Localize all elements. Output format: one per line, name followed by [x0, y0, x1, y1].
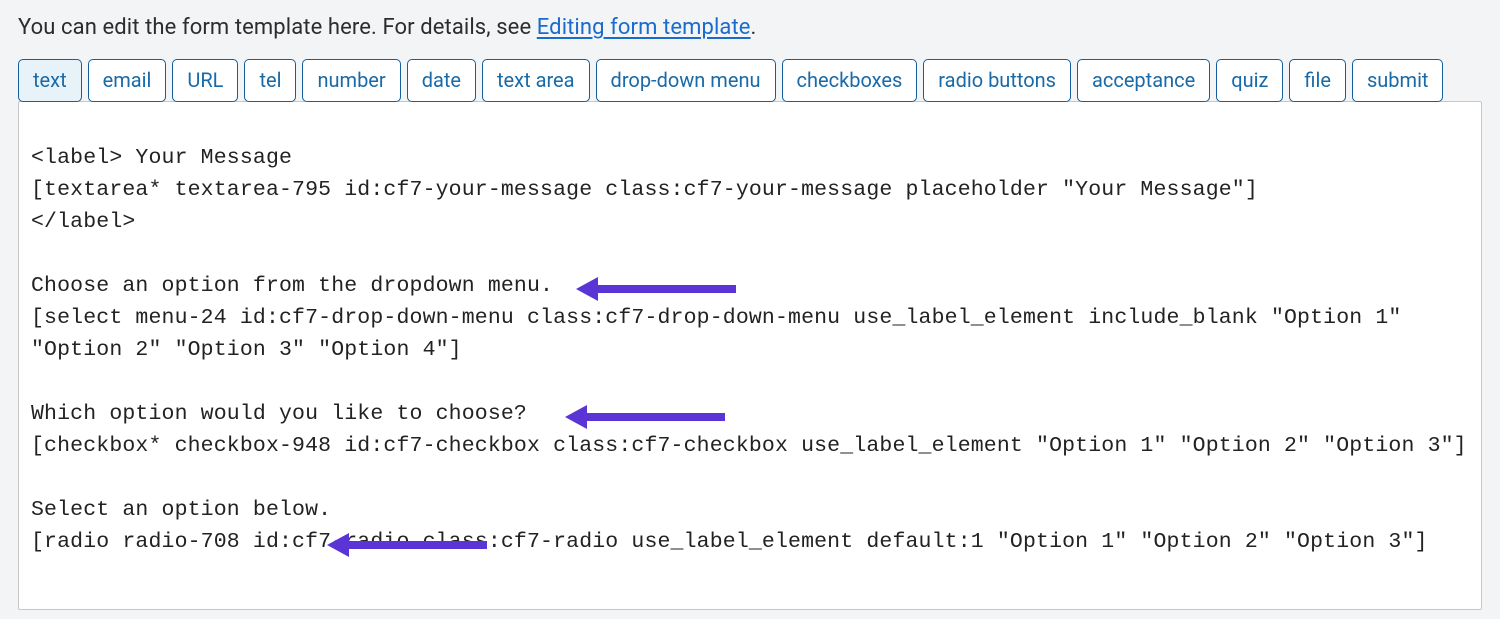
tag-button-radio-buttons[interactable]: radio buttons [923, 59, 1071, 102]
tag-button-checkboxes[interactable]: checkboxes [782, 59, 918, 102]
form-template-textarea[interactable] [19, 102, 1481, 609]
tag-button-acceptance[interactable]: acceptance [1077, 59, 1210, 102]
tag-generator-row: textemailURLtelnumberdatetext areadrop-d… [18, 59, 1482, 102]
tag-button-tel[interactable]: tel [244, 59, 296, 102]
intro-link[interactable]: Editing form template [537, 15, 751, 40]
intro-prefix: You can edit the form template here. For… [18, 15, 537, 40]
form-editor-panel [18, 101, 1482, 610]
tag-button-URL[interactable]: URL [172, 59, 238, 102]
tag-button-date[interactable]: date [407, 59, 476, 102]
tag-button-submit[interactable]: submit [1352, 59, 1444, 102]
tag-button-quiz[interactable]: quiz [1216, 59, 1283, 102]
tag-button-email[interactable]: email [88, 59, 167, 102]
tag-button-number[interactable]: number [302, 59, 400, 102]
tag-button-text-area[interactable]: text area [482, 59, 590, 102]
tag-button-text[interactable]: text [18, 59, 82, 102]
intro-suffix: . [751, 15, 757, 40]
tag-button-file[interactable]: file [1289, 59, 1346, 102]
tag-button-drop-down-menu[interactable]: drop-down menu [596, 59, 776, 102]
intro-text: You can edit the form template here. For… [18, 14, 1482, 43]
